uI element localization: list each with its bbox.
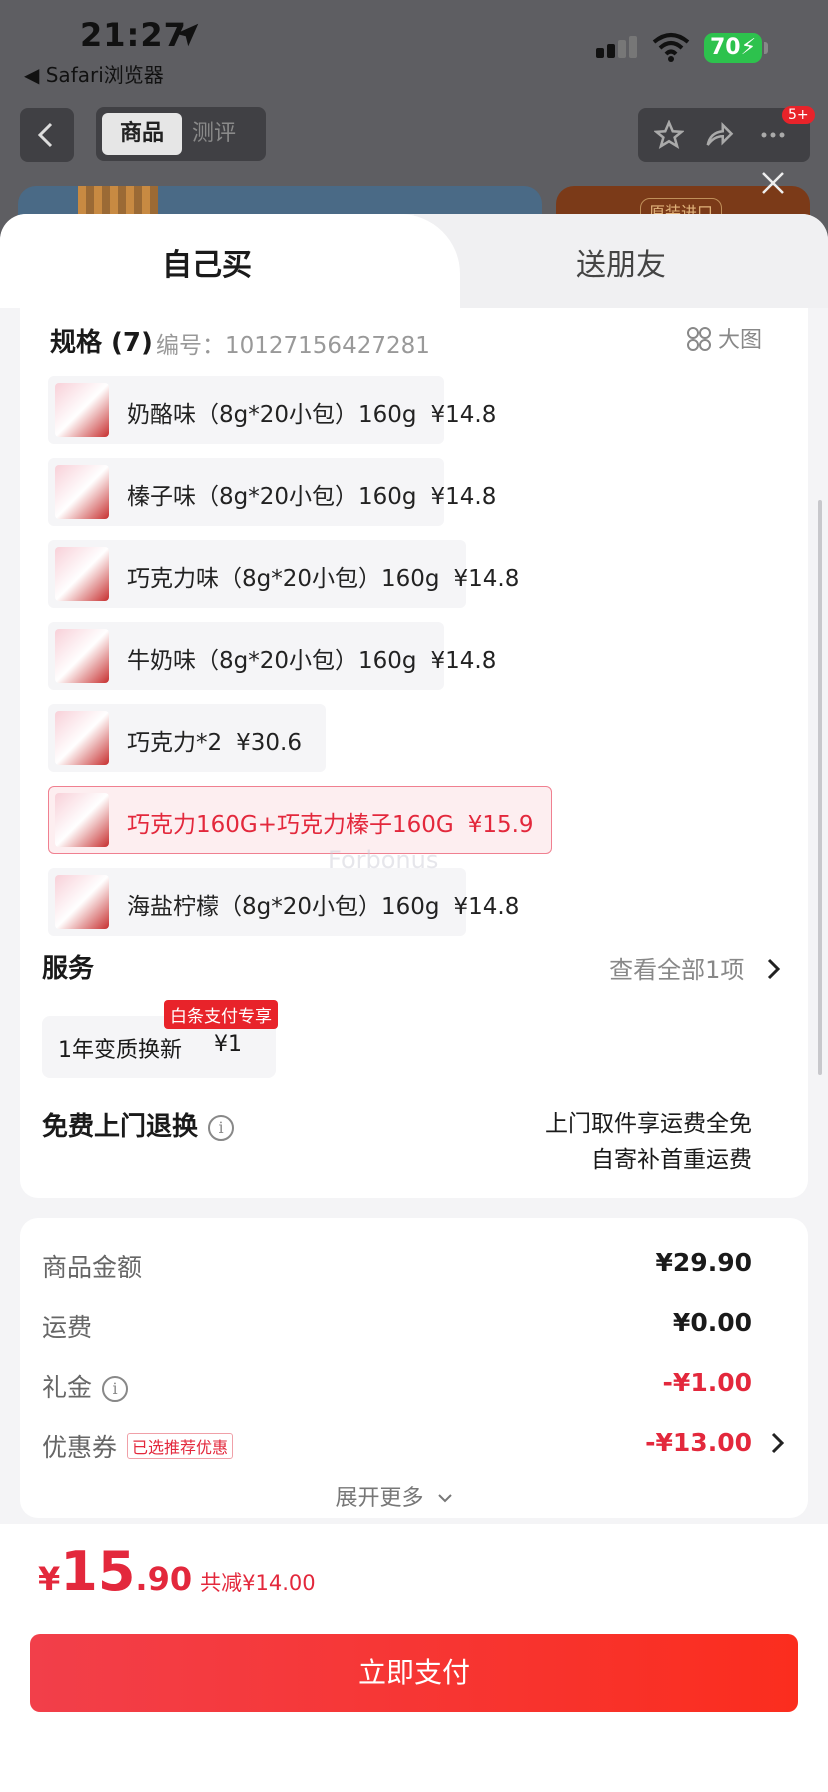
spec-option-name: 巧克力160G+巧克力榛子160G [127, 812, 454, 838]
spec-option-price: ¥15.9 [467, 812, 534, 838]
spec-option-price: ¥30.6 [236, 730, 302, 756]
more-icon[interactable] [758, 120, 788, 150]
goods-amount-label: 商品金额 [42, 1253, 143, 1282]
goods-amount-value: ¥29.90 [655, 1248, 752, 1277]
back-button[interactable] [20, 108, 74, 162]
status-bar: 21:27 ◀ Safari浏览器 70⚡ [0, 0, 828, 90]
info-icon[interactable]: i [208, 1115, 235, 1141]
watermark: Forbonus [328, 846, 439, 874]
spec-option-name: 巧克力*2 [127, 730, 223, 756]
chevron-down-icon [437, 1494, 452, 1503]
battery-level: 70 [710, 35, 741, 60]
scrollbar[interactable] [818, 500, 822, 1075]
tab-product[interactable]: 商品 [102, 113, 182, 155]
tab-send-friend-label: 送朋友 [576, 248, 666, 283]
service-view-all[interactable]: 查看全部1项 [609, 950, 782, 985]
service-view-all-label: 查看全部1项 [609, 956, 745, 984]
total-integer: 15 [60, 1540, 136, 1603]
tab-buy-self-label: 自己买 [162, 248, 252, 283]
status-time: 21:27 [80, 16, 187, 54]
tab-send-friend[interactable]: 送朋友 [414, 214, 828, 308]
chevron-left-icon [37, 122, 53, 148]
coupon-value: -¥13.00 [645, 1428, 752, 1457]
product-thumbnail [55, 383, 109, 437]
spec-card: 规格 (7) 编号：10127156427281 大图 奶酪味（8g*20小包）… [20, 308, 808, 1198]
spec-option-selected[interactable]: 巧克力160G+巧克力榛子160G ¥15.9 [48, 786, 552, 854]
product-code: 编号：10127156427281 [156, 333, 430, 359]
total-decimal: .90 [135, 1560, 193, 1598]
close-icon[interactable] [760, 170, 786, 196]
shipping-value: ¥0.00 [672, 1308, 752, 1337]
pay-now-button[interactable]: 立即支付 [30, 1634, 798, 1712]
total-currency: ¥ [38, 1560, 61, 1598]
product-thumbnail [55, 793, 109, 847]
spec-option-price: ¥14.8 [430, 648, 497, 674]
checkout-bar: ¥15.90 共减¥14.00 立即支付 [0, 1524, 828, 1792]
spec-option-price: ¥14.8 [453, 566, 520, 592]
service-title: 服务 [42, 954, 95, 984]
product-tabs: 商品 测评 [96, 107, 266, 161]
spec-option-name: 榛子味（8g*20小包）160g [127, 484, 417, 510]
service-option-price: ¥1 [214, 1032, 242, 1057]
gift-row: 礼金 i -¥1.00 [42, 1368, 786, 1408]
star-icon[interactable] [654, 120, 684, 150]
cellular-signal-icon [596, 36, 640, 58]
product-thumbnail [55, 875, 109, 929]
chevron-right-icon [771, 1432, 785, 1454]
spec-option-name: 海盐柠檬（8g*20小包）160g [127, 894, 440, 920]
total-saved: 共减¥14.00 [200, 1571, 316, 1595]
free-return-title-text: 免费上门退换 [42, 1112, 199, 1142]
grid-icon [687, 327, 711, 351]
spec-option-name: 巧克力味（8g*20小包）160g [127, 566, 440, 592]
back-to-app-link[interactable]: ◀ Safari浏览器 [24, 59, 164, 88]
product-thumbnail [55, 547, 109, 601]
tab-review[interactable]: 测评 [192, 113, 236, 155]
coupon-label: 优惠券 [42, 1433, 118, 1462]
product-thumbnail [55, 465, 109, 519]
shipping-label: 运费 [42, 1313, 93, 1342]
spec-option[interactable]: 巧克力*2 ¥30.6 [48, 704, 326, 772]
product-thumbnail [55, 629, 109, 683]
tab-buy-self[interactable]: 自己买 [0, 214, 414, 308]
coupon-row[interactable]: 优惠券 已选推荐优惠 -¥13.00 [42, 1428, 786, 1468]
service-option-title: 1年变质换新 [58, 1038, 182, 1063]
spec-option-price: ¥14.8 [430, 402, 497, 428]
total-price: ¥15.90 共减¥14.00 [38, 1540, 316, 1603]
spec-option[interactable]: 海盐柠檬（8g*20小包）160g ¥14.8 [48, 868, 519, 936]
product-thumbnail [55, 711, 109, 765]
spec-option-name: 牛奶味（8g*20小包）160g [127, 648, 417, 674]
free-return-line1: 上门取件享运费全免 [545, 1111, 752, 1137]
goods-amount-row: 商品金额 ¥29.90 [42, 1248, 786, 1288]
spec-option-price: ¥14.8 [453, 894, 520, 920]
gift-label: 礼金 [42, 1373, 93, 1402]
shipping-row: 运费 ¥0.00 [42, 1308, 786, 1348]
info-icon[interactable]: i [102, 1376, 129, 1402]
big-picture-toggle[interactable]: 大图 [686, 322, 762, 354]
expand-more[interactable]: 展开更多 [0, 1480, 788, 1512]
price-summary-card: 商品金额 ¥29.90 运费 ¥0.00 礼金 i -¥1.00 优惠券 已选推荐优… [20, 1218, 808, 1518]
spec-option[interactable]: 奶酪味（8g*20小包）160g ¥14.8 [48, 376, 496, 444]
big-picture-label: 大图 [718, 328, 763, 353]
share-icon[interactable] [704, 120, 734, 150]
free-return-title: 免费上门退换 i [42, 1106, 235, 1143]
spec-option[interactable]: 榛子味（8g*20小包）160g ¥14.8 [48, 458, 496, 526]
spec-heading: 规格 (7) [50, 328, 153, 358]
battery-indicator: 70⚡ [704, 33, 768, 63]
wifi-icon [652, 33, 690, 62]
spec-option[interactable]: 牛奶味（8g*20小包）160g ¥14.8 [48, 622, 496, 690]
spec-option[interactable]: 巧克力味（8g*20小包）160g ¥14.8 [48, 540, 519, 608]
coupon-tag: 已选推荐优惠 [127, 1433, 234, 1459]
expand-more-label: 展开更多 [335, 1486, 424, 1511]
location-arrow-icon [175, 23, 199, 47]
free-return-line2: 自寄补首重运费 [591, 1147, 752, 1173]
spec-option-price: ¥14.8 [430, 484, 497, 510]
service-tag: 白条支付专享 [164, 1000, 278, 1029]
notification-badge: 5+ [782, 106, 815, 124]
gift-value: -¥1.00 [662, 1368, 752, 1397]
chevron-right-icon [767, 958, 781, 980]
spec-option-name: 奶酪味（8g*20小包）160g [127, 402, 417, 428]
